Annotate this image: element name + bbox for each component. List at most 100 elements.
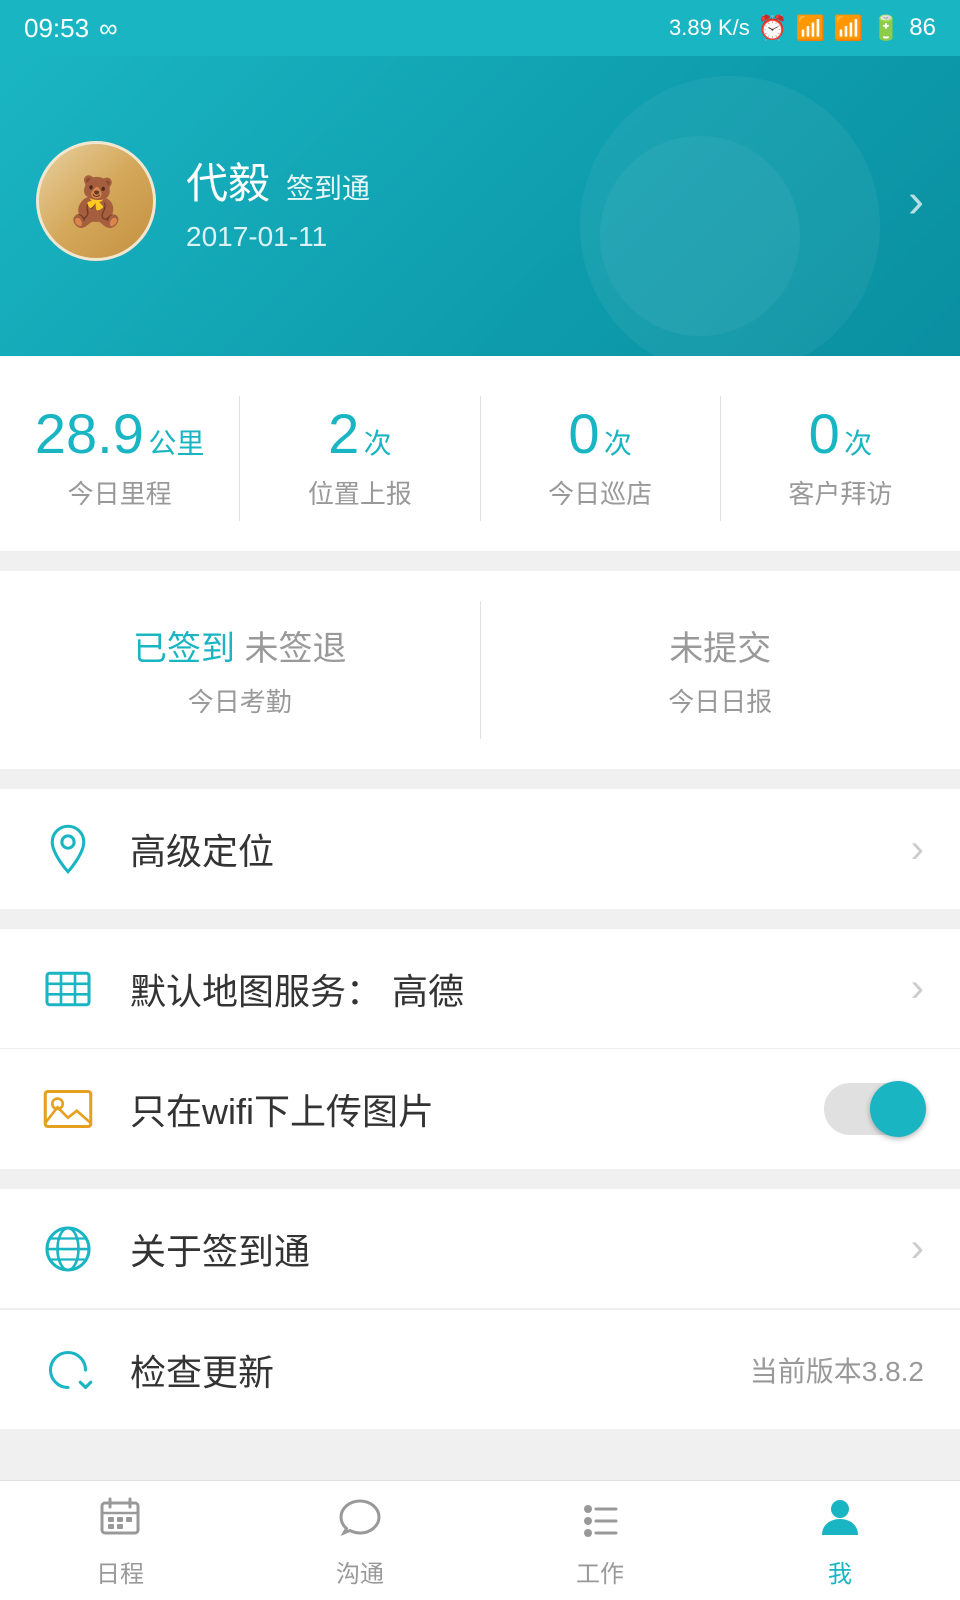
work-icon [576,1493,624,1546]
attendance-report: 未提交 今日日报 [481,601,960,739]
schedule-icon [96,1493,144,1546]
checkin-unsigned: 未签退 [244,630,346,668]
menu-item-about-left: 关于签到通 [36,1217,310,1281]
menu-item-wifi-left: 只在wifi下上传图片 [36,1077,434,1141]
menu-item-location[interactable]: 高级定位 › [0,789,960,909]
menu-item-about-right: › [911,1226,924,1271]
wifi-icon: 📶 [796,14,826,43]
menu-item-location-right: › [911,827,924,872]
status-right: 3.89 K/s ⏰ 📶 📶 🔋 86 [669,14,936,43]
nav-chat[interactable]: 沟通 [240,1481,480,1600]
menu-item-about[interactable]: 关于签到通 › [0,1189,960,1309]
map-chevron: › [911,966,924,1011]
status-speed: 3.89 K/s [669,15,750,41]
stats-section: 28.9 公里 今日里程 2 次 位置上报 0 次 今日巡店 0 次 客户拜访 [0,356,960,551]
stat-visit-unit: 次 [844,428,872,459]
stat-location-value: 2 [328,402,359,465]
stat-visit-label: 客户拜访 [741,474,940,511]
menu-section-3: 关于签到通 › 检查更新 当前版本3.8.2 [0,1189,960,1429]
profile-date: 2017-01-11 [186,221,370,253]
battery-icon: 🔋 [871,14,901,43]
stat-patrol-unit: 次 [604,428,632,459]
divider-3 [0,1169,960,1189]
about-chevron: › [911,1226,924,1271]
profile-left: 🧸 代毅 签到通 2017-01-11 [36,141,370,261]
avatar-image: 🧸 [39,144,153,258]
stat-distance-label: 今日里程 [20,474,219,511]
menu-item-map-left: 默认地图服务： 高德 [36,957,464,1021]
report-label: 今日日报 [501,682,941,719]
stat-patrol-row: 0 次 [501,406,700,462]
nav-work-label: 工作 [576,1554,624,1589]
battery-level: 86 [909,14,936,42]
profile-name: 代毅 签到通 [186,150,370,211]
menu-item-map[interactable]: 默认地图服务： 高德 › [0,929,960,1049]
clock-icon: ⏰ [758,14,788,43]
globe-icon [36,1217,100,1281]
menu-section-2: 默认地图服务： 高德 › 只在wifi下上传图片 [0,929,960,1169]
stat-visit: 0 次 客户拜访 [721,396,960,521]
nav-me[interactable]: 我 [720,1481,960,1600]
stat-distance-unit: 公里 [148,428,204,459]
stat-location-label: 位置上报 [260,474,459,511]
location-label: 高级定位 [130,823,274,875]
stat-distance-row: 28.9 公里 [20,406,219,462]
profile-arrow[interactable]: › [908,174,924,229]
user-name: 代毅 [186,150,270,211]
menu-item-wifi-upload[interactable]: 只在wifi下上传图片 [0,1049,960,1169]
menu-item-wifi-right [824,1083,924,1135]
stat-location-row: 2 次 [260,406,459,462]
stat-patrol-value: 0 [568,402,599,465]
nav-chat-label: 沟通 [336,1554,384,1589]
stats-grid: 28.9 公里 今日里程 2 次 位置上报 0 次 今日巡店 0 次 客户拜访 [0,396,960,521]
profile-header[interactable]: 🧸 代毅 签到通 2017-01-11 › [0,56,960,356]
menu-item-map-right: › [911,966,924,1011]
divider-2 [0,909,960,929]
signal-icon: 📶 [834,14,864,43]
stat-visit-value: 0 [809,402,840,465]
nav-schedule[interactable]: 日程 [0,1481,240,1600]
stat-visit-row: 0 次 [741,406,940,462]
menu-item-update[interactable]: 检查更新 当前版本3.8.2 [0,1309,960,1429]
report-status: 未提交 [501,621,941,670]
update-label: 检查更新 [130,1344,274,1396]
stat-location: 2 次 位置上报 [240,396,480,521]
menu-item-update-left: 检查更新 [36,1338,274,1402]
stat-distance-value: 28.9 [35,402,144,465]
status-time: 09:53 [24,13,89,44]
stat-patrol-label: 今日巡店 [501,474,700,511]
bottom-nav: 日程 沟通 工作 我 [0,1480,960,1600]
refresh-icon [36,1338,100,1402]
location-chevron: › [911,827,924,872]
map-icon [36,957,100,1021]
image-icon [36,1077,100,1141]
profile-info: 代毅 签到通 2017-01-11 [186,150,370,253]
user-tag: 签到通 [286,167,370,207]
location-icon [36,817,100,881]
infinity-icon: ∞ [99,13,118,44]
menu-item-location-left: 高级定位 [36,817,274,881]
divider-1 [0,769,960,789]
toggle-knob [870,1081,926,1137]
avatar: 🧸 [36,141,156,261]
status-left: 09:53 ∞ [24,13,118,44]
checkin-signed: 已签到 [133,630,235,668]
wifi-toggle[interactable] [824,1083,924,1135]
menu-section-1: 高级定位 › [0,789,960,909]
wifi-upload-label: 只在wifi下上传图片 [130,1083,434,1135]
me-icon [816,1493,864,1546]
nav-schedule-label: 日程 [96,1554,144,1589]
attendance-section: 已签到 未签退 今日考勤 未提交 今日日报 [0,571,960,769]
checkin-status: 已签到 未签退 [20,621,460,670]
menu-item-update-right: 当前版本3.8.2 [750,1350,924,1390]
status-bar: 09:53 ∞ 3.89 K/s ⏰ 📶 📶 🔋 86 [0,0,960,56]
about-label: 关于签到通 [130,1223,310,1275]
stat-distance: 28.9 公里 今日里程 [0,396,240,521]
attendance-checkin: 已签到 未签退 今日考勤 [0,601,481,739]
nav-me-label: 我 [828,1554,852,1589]
stat-patrol: 0 次 今日巡店 [481,396,721,521]
checkin-label: 今日考勤 [20,682,460,719]
map-label: 默认地图服务： 高德 [130,963,464,1015]
version-text: 当前版本3.8.2 [750,1350,924,1390]
nav-work[interactable]: 工作 [480,1481,720,1600]
